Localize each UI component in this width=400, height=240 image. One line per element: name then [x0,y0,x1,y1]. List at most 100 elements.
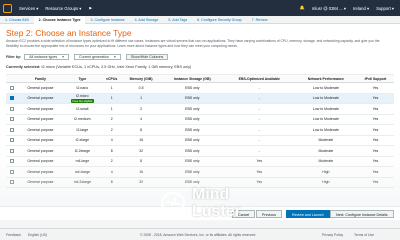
row-select-checkbox[interactable] [10,117,14,122]
cell-network: Moderate [294,145,357,157]
row-select-checkbox[interactable] [10,180,14,185]
cell-vcpus: 1 [102,93,122,104]
currently-selected-label: Currently selected: [6,65,41,69]
column-header-memory[interactable]: Memory (GiB) [121,74,161,83]
table-row[interactable]: General purpose t2.small 1 2 EBS only - Low to… [6,103,394,115]
type-cell-wrap: t2.medium [63,117,102,121]
row-select-checkbox[interactable] [10,148,14,153]
table-row[interactable]: General purpose m4.xlarge 4 16 EBS only Yes Hi… [6,166,394,178]
row-select-checkbox[interactable] [10,85,14,90]
instance-type-table: Family Type vCPUs Memory (GiB) Instance … [6,74,394,188]
cell-ipv6: Yes [356,135,394,146]
instance-type-name: t2.2xlarge [74,148,91,153]
row-select-checkbox[interactable] [10,106,14,111]
cell-ipv6: Yes [356,156,394,167]
review-launch-button[interactable]: Review and Launch [286,210,330,218]
instance-type-name: t2.medium [74,117,91,122]
step-review[interactable]: 7. Review [247,18,273,22]
cell-family: General purpose [18,135,63,146]
row-select-checkbox[interactable] [10,159,14,164]
support-menu[interactable]: Support ▾ [376,6,394,11]
cell-ebs: - [223,124,295,136]
select-column-header [6,74,18,83]
cell-network: High [294,166,357,178]
cell-storage: EBS only [160,135,224,146]
generation-select[interactable]: Current generation ▾ [73,53,121,61]
watermark-line-1: Mind [192,186,230,203]
cell-type: t2.small [62,103,103,115]
cell-storage: EBS only [160,156,224,167]
cell-memory: 4 [121,114,161,125]
cell-family: General purpose [18,166,63,178]
cell-ebs: Yes [223,156,295,167]
instance-type-name: t2.small [76,106,89,111]
terms-link[interactable]: Terms of Use [354,233,374,237]
resource-groups-menu[interactable]: Resource Groups ▾ [45,6,81,11]
cell-family: General purpose [18,177,63,188]
table-row[interactable]: General purpose t2.nano 1 0.5 EBS only - Low t… [6,82,394,94]
show-hide-columns-button[interactable]: Show/Hide Columns [125,53,169,61]
row-select-checkbox[interactable] [10,138,14,143]
row-select-checkbox[interactable] [10,96,14,101]
pin-icon[interactable]: ⚑ [88,6,92,11]
region-menu[interactable]: Ireland ▾ [353,6,369,11]
cell-type: t2.2xlarge [62,145,103,157]
previous-button[interactable]: Previous [256,210,282,218]
column-header-ebs-optimized[interactable]: EBS-Optimized Available [223,74,295,83]
type-cell-wrap: t2.xlarge [63,138,102,142]
instance-types-select[interactable]: All instance types ▾ [24,53,69,61]
step-add-storage[interactable]: 4. Add Storage [130,18,164,22]
column-header-family[interactable]: Family [18,74,63,83]
next-button[interactable]: Next: Configure Instance Details [330,210,394,218]
column-header-type[interactable]: Type [62,74,103,83]
step-choose-ami[interactable]: 1. Choose AMI [0,18,34,22]
cell-ipv6: Yes [356,82,394,94]
account-menu[interactable]: mlusr @ 0384 ... ▾ [312,6,346,11]
table-row[interactable]: General purpose t2.2xlarge 8 32 EBS only - Mod… [6,145,394,157]
row-select-cell [6,145,18,157]
wizard-steps: 1. Choose AMI 2. Choose Instance Type 3.… [0,15,400,24]
cell-ebs: - [223,135,295,146]
cell-type: m4.2xlarge [62,177,103,188]
cell-ebs: Yes [223,166,295,178]
row-select-cell [6,166,18,178]
step-choose-instance-type[interactable]: 2. Choose Instance Type [33,15,86,24]
cell-memory: 0.5 [121,82,161,94]
filter-bar: Filter by: All instance types ▾ Current g… [6,53,169,61]
feedback-link[interactable]: Feedback [6,233,21,237]
copyright-text: © 2008 - 2018, Amazon Web Services, Inc.… [140,233,257,237]
privacy-link[interactable]: Privacy Policy [322,233,343,237]
cell-type: t2.nano [62,82,103,94]
type-cell-wrap: t2.small [63,107,102,111]
table-row[interactable]: General purpose t2.xlarge 4 16 EBS only - Mode… [6,135,394,146]
table-row[interactable]: General purpose m4.large 2 8 EBS only Yes Mode… [6,156,394,167]
table-row[interactable]: General purpose t2.large 2 8 EBS only - Low to… [6,124,394,136]
type-cell-wrap: m4.xlarge [63,170,102,174]
services-menu[interactable]: Services ▾ [19,6,38,11]
cell-vcpus: 8 [102,177,122,188]
step-configure-instance[interactable]: 3. Configure Instance [85,18,129,22]
row-select-checkbox[interactable] [10,127,14,132]
aws-logo-icon[interactable] [3,3,12,13]
bell-icon[interactable]: 🔔 [300,5,305,11]
cell-memory: 16 [121,135,161,146]
chevron-down-icon: ▾ [113,54,116,59]
page-description: Amazon EC2 provides a wide selection of … [6,39,380,48]
table-row[interactable]: General purpose t2.micro Free tier eligibl… [6,93,394,104]
row-select-checkbox[interactable] [10,169,14,174]
column-header-vcpus[interactable]: vCPUs [102,74,122,83]
column-header-storage[interactable]: Instance Storage (GB) [160,74,224,83]
cell-vcpus: 1 [102,103,122,115]
cell-family: General purpose [18,145,63,157]
cell-storage: EBS only [160,145,224,157]
step-configure-security-group[interactable]: 6. Configure Security Group [192,18,247,22]
cell-ebs: - [223,103,295,115]
cell-ebs: - [223,93,295,104]
column-header-ipv6[interactable]: IPv6 Support [356,74,394,83]
cell-ipv6: Yes [356,93,394,104]
column-header-network[interactable]: Network Performance [294,74,357,83]
table-row[interactable]: General purpose t2.medium 2 4 EBS only - Low t… [6,114,394,125]
cell-network: Moderate [294,156,357,167]
language-select[interactable]: English (US) [28,233,47,237]
step-add-tags[interactable]: 5. Add Tags [163,18,192,22]
